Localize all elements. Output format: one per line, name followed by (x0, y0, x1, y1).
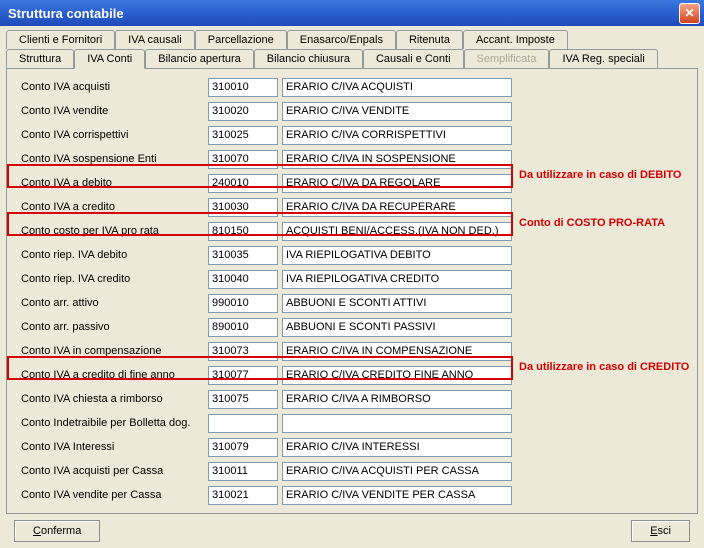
desc-input[interactable] (282, 78, 512, 97)
desc-input[interactable] (282, 198, 512, 217)
form-area: Conto IVA acquisti Conto IVA vendite Conto… (6, 68, 698, 514)
close-icon[interactable]: ✕ (679, 3, 700, 24)
row-label: Conto IVA acquisti (13, 81, 208, 93)
row-label: Conto Indetraibile per Bolletta dog. (13, 417, 208, 429)
code-input[interactable] (208, 246, 278, 265)
code-input[interactable] (208, 198, 278, 217)
row-label: Conto IVA a credito di fine anno (13, 369, 208, 381)
row-label: Conto riep. IVA debito (13, 249, 208, 261)
row1-tab-3[interactable]: Enasarco/Enpals (287, 30, 396, 49)
row-label: Conto IVA corrispettivi (13, 129, 208, 141)
desc-input[interactable] (282, 126, 512, 145)
row-label: Conto IVA chiesta a rimborso (13, 393, 208, 405)
row2-tab-1[interactable]: IVA Conti (74, 49, 145, 69)
form-row: Conto IVA vendite (13, 99, 691, 123)
code-input[interactable] (208, 174, 278, 193)
row1-tab-1[interactable]: IVA causali (115, 30, 195, 49)
form-row: Conto IVA acquisti (13, 75, 691, 99)
desc-input[interactable] (282, 366, 512, 385)
form-row: Conto IVA sospensione Enti (13, 147, 691, 171)
desc-input[interactable] (282, 342, 512, 361)
form-row: Conto IVA vendite per Cassa (13, 483, 691, 507)
form-row: Conto IVA chiesta a rimborso (13, 387, 691, 411)
code-input[interactable] (208, 414, 278, 433)
form-row: Conto riep. IVA debito (13, 243, 691, 267)
row2-tab-5: Semplificata (464, 49, 550, 69)
code-input[interactable] (208, 462, 278, 481)
desc-input[interactable] (282, 318, 512, 337)
row-label: Conto IVA acquisti per Cassa (13, 465, 208, 477)
row2-tab-0[interactable]: Struttura (6, 49, 74, 69)
code-input[interactable] (208, 222, 278, 241)
window-title: Struttura contabile (8, 6, 679, 21)
row-label: Conto arr. attivo (13, 297, 208, 309)
desc-input[interactable] (282, 438, 512, 457)
row1-tab-0[interactable]: Clienti e Fornitori (6, 30, 115, 49)
desc-input[interactable] (282, 246, 512, 265)
exit-button[interactable]: Esci (631, 520, 690, 542)
row-label: Conto IVA sospensione Enti (13, 153, 208, 165)
form-row: Conto arr. attivo (13, 291, 691, 315)
row-label: Conto IVA vendite per Cassa (13, 489, 208, 501)
desc-input[interactable] (282, 414, 512, 433)
desc-input[interactable] (282, 222, 512, 241)
desc-input[interactable] (282, 486, 512, 505)
row1-tab-5[interactable]: Accant. Imposte (463, 30, 568, 49)
desc-input[interactable] (282, 270, 512, 289)
row2-tab-6[interactable]: IVA Reg. speciali (549, 49, 657, 69)
row-label: Conto IVA vendite (13, 105, 208, 117)
row2-tab-3[interactable]: Bilancio chiusura (254, 49, 363, 69)
form-row: Conto arr. passivo (13, 315, 691, 339)
code-input[interactable] (208, 294, 278, 313)
desc-input[interactable] (282, 294, 512, 313)
desc-input[interactable] (282, 462, 512, 481)
row2-tab-2[interactable]: Bilancio apertura (145, 49, 254, 69)
form-row: Conto IVA Interessi (13, 435, 691, 459)
desc-input[interactable] (282, 150, 512, 169)
row1-tab-2[interactable]: Parcellazione (195, 30, 287, 49)
code-input[interactable] (208, 438, 278, 457)
desc-input[interactable] (282, 102, 512, 121)
row-label: Conto IVA in compensazione (13, 345, 208, 357)
code-input[interactable] (208, 486, 278, 505)
code-input[interactable] (208, 342, 278, 361)
row-label: Conto IVA a debito (13, 177, 208, 189)
code-input[interactable] (208, 102, 278, 121)
form-row: Conto riep. IVA credito (13, 267, 691, 291)
desc-input[interactable] (282, 390, 512, 409)
code-input[interactable] (208, 270, 278, 289)
annotation: Da utilizzare in caso di CREDITO (519, 361, 689, 373)
code-input[interactable] (208, 150, 278, 169)
annotation: Conto di COSTO PRO-RATA (519, 217, 665, 229)
row-label: Conto IVA Interessi (13, 441, 208, 453)
code-input[interactable] (208, 78, 278, 97)
code-input[interactable] (208, 318, 278, 337)
row2-tab-4[interactable]: Causali e Conti (363, 49, 464, 69)
annotation: Da utilizzare in caso di DEBITO (519, 169, 681, 181)
form-row: Conto Indetraibile per Bolletta dog. (13, 411, 691, 435)
tabs-row-1: Clienti e FornitoriIVA causaliParcellazi… (6, 30, 698, 49)
code-input[interactable] (208, 126, 278, 145)
code-input[interactable] (208, 390, 278, 409)
form-row: Conto IVA in compensazione (13, 339, 691, 363)
row1-tab-4[interactable]: Ritenuta (396, 30, 463, 49)
form-row: Conto IVA a credito (13, 195, 691, 219)
form-row: Conto IVA acquisti per Cassa (13, 459, 691, 483)
tabs-row-2: StrutturaIVA ContiBilancio aperturaBilan… (6, 49, 698, 69)
form-row: Conto IVA corrispettivi (13, 123, 691, 147)
row-label: Conto riep. IVA credito (13, 273, 208, 285)
row-label: Conto costo per IVA pro rata (13, 225, 208, 237)
row-label: Conto arr. passivo (13, 321, 208, 333)
titlebar: Struttura contabile ✕ (0, 0, 704, 26)
code-input[interactable] (208, 366, 278, 385)
row-label: Conto IVA a credito (13, 201, 208, 213)
desc-input[interactable] (282, 174, 512, 193)
confirm-button[interactable]: Conferma (14, 520, 100, 542)
